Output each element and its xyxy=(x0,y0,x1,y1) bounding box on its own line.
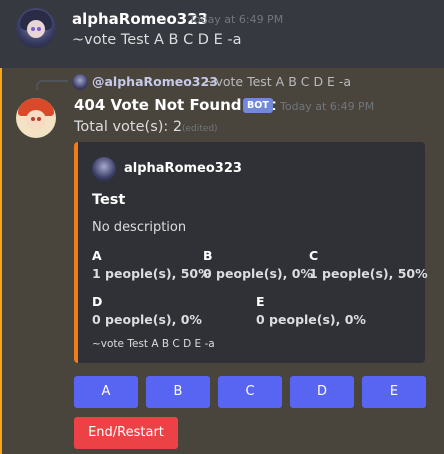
embed-field-d: D 0 people(s), 0% xyxy=(92,294,202,327)
end-restart-button[interactable]: End/Restart xyxy=(74,417,178,449)
embed-title: Test xyxy=(92,192,126,208)
field-value: 1 people(s), 50% xyxy=(309,266,428,281)
vote-button-a[interactable]: A xyxy=(74,376,138,408)
bot-badge: BOT xyxy=(243,98,273,113)
message-timestamp: Today at 6:49 PM xyxy=(189,13,284,26)
reply-mention[interactable]: @alphaRomeo323 xyxy=(92,74,218,89)
total-votes-text: Total vote(s): 2 xyxy=(74,119,183,135)
message-content: ~vote Test A B C D E -a xyxy=(72,32,242,48)
vote-button-e[interactable]: E xyxy=(362,376,426,408)
embed-author-avatar xyxy=(92,157,116,181)
vote-button-d[interactable]: D xyxy=(290,376,354,408)
field-name: B xyxy=(203,248,213,263)
embed-footer: ~vote Test A B C D E -a xyxy=(92,338,215,350)
embed-author: alphaRomeo323 xyxy=(124,161,242,176)
reply-line xyxy=(36,80,68,90)
poll-embed: alphaRomeo323 Test No description A 1 pe… xyxy=(74,142,428,363)
field-value: 0 people(s), 0% xyxy=(256,312,366,327)
field-value: 0 people(s), 0% xyxy=(92,312,202,327)
field-name: D xyxy=(92,294,103,309)
field-name: E xyxy=(256,294,265,309)
bot-avatar[interactable] xyxy=(16,98,56,138)
vote-button-b[interactable]: B xyxy=(146,376,210,408)
field-name: C xyxy=(309,248,319,263)
field-name: A xyxy=(92,248,102,263)
embed-field-b: B 0 people(s), 0% xyxy=(203,248,313,281)
reply-avatar xyxy=(72,74,88,90)
message-timestamp: Today at 6:49 PM xyxy=(280,100,375,113)
embed-field-c: C 1 people(s), 50% xyxy=(309,248,428,281)
field-value: 0 people(s), 0% xyxy=(203,266,313,281)
embed-description: No description xyxy=(92,220,187,235)
message-bot: @alphaRomeo323 ~vote Test A B C D E -a 4… xyxy=(0,68,444,454)
reply-text[interactable]: ~vote Test A B C D E -a xyxy=(205,74,351,89)
message-author[interactable]: alphaRomeo323 xyxy=(72,10,208,28)
edited-label: (edited) xyxy=(182,124,218,134)
field-value: 1 people(s), 50% xyxy=(92,266,211,281)
message-user: alphaRomeo323 Today at 6:49 PM ~vote Tes… xyxy=(0,0,444,68)
vote-button-c[interactable]: C xyxy=(218,376,282,408)
embed-field-e: E 0 people(s), 0% xyxy=(256,294,366,327)
embed-field-a: A 1 people(s), 50% xyxy=(92,248,211,281)
user-avatar[interactable] xyxy=(16,8,56,48)
